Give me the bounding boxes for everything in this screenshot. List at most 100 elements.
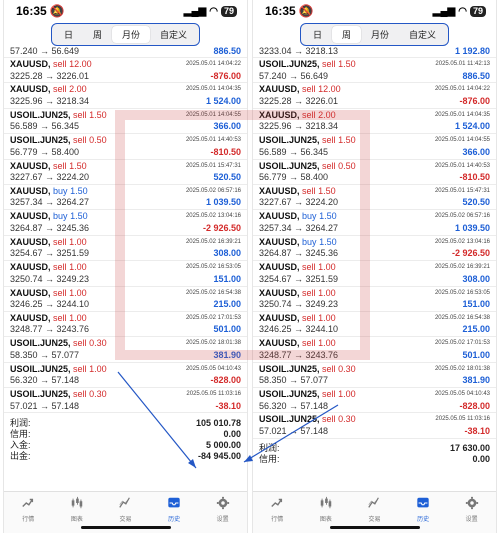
deal-profit: 520.50	[213, 172, 241, 183]
deal-profit: 1 524.00	[205, 95, 241, 106]
deal-date: 2025.05.01 15:47:31	[434, 187, 490, 194]
deal-row-top: USOIL.JUN25, sell 1.50 2025.05.01 14:04:5…	[10, 110, 241, 122]
deal-row[interactable]: XAUUSD, buy 1.50 2025.05.02 06:57:16 3257.…	[4, 185, 247, 211]
deal-row[interactable]: XAUUSD, sell 1.00 2025.05.02 16:53:05 3250…	[253, 287, 496, 312]
deal-symbol: USOIL.JUN25, sell 0.30	[10, 338, 107, 350]
tab-chart-up[interactable]: 行情	[270, 496, 284, 523]
deal-row[interactable]: USOIL.JUN25, sell 0.30 2025.05.02 18:01:3…	[253, 363, 496, 389]
deal-row[interactable]: XAUUSD, sell 1.00 2025.05.02 17:01:53 3248…	[4, 312, 247, 338]
deal-row[interactable]: XAUUSD, sell 2.00 2025.05.01 14:04:35 3225…	[253, 109, 496, 135]
trade-icon	[118, 496, 132, 514]
deal-profit: 366.00	[462, 146, 490, 157]
tab-chart-up[interactable]: 行情	[21, 496, 35, 523]
deal-profit: 501.00	[213, 324, 241, 335]
summary-label: 利润:	[259, 443, 280, 453]
deal-row-bottom: 3225.28 → 3226.01 -876.00	[10, 71, 241, 83]
deal-row-bottom: 57.021 → 57.148 -38.10	[10, 401, 241, 413]
tab-history-inbox[interactable]: 历史	[416, 496, 430, 523]
status-time: 16:35	[265, 4, 296, 18]
deal-row[interactable]: XAUUSD, sell 1.00 2025.05.02 16:54:38 3246…	[253, 312, 496, 338]
tab-candlestick[interactable]: 图表	[319, 496, 333, 523]
deal-row[interactable]: USOIL.JUN25, sell 0.50 2025.05.01 14:40:5…	[4, 134, 247, 160]
deal-symbol: USOIL.JUN25, sell 0.50	[10, 135, 107, 147]
deal-symbol-name: XAUUSD,	[10, 262, 51, 273]
home-indicator	[329, 526, 420, 529]
deal-row[interactable]: XAUUSD, sell 1.50 2025.05.01 15:47:31 3227…	[253, 185, 496, 211]
segment-month[interactable]: 月份	[361, 26, 399, 43]
deal-row-top: XAUUSD, sell 1.00 2025.05.02 16:39:21	[10, 237, 241, 249]
deal-symbol: USOIL.JUN25, sell 1.00	[10, 364, 107, 376]
deal-row[interactable]: XAUUSD, sell 12.00 2025.05.01 14:04:22 322…	[4, 58, 247, 84]
deal-list: XAUUSD, sell 12.00 2025.05.01 14:04:22 322…	[4, 58, 247, 414]
deal-row-bottom: 3250.74 → 3249.23 151.00	[259, 299, 490, 311]
deal-row[interactable]: XAUUSD, sell 1.00 2025.05.02 16:54:38 3246…	[4, 287, 247, 312]
deal-row[interactable]: USOIL.JUN25, sell 1.50 2025.05.01 14:04:5…	[253, 134, 496, 160]
deal-row[interactable]: USOIL.JUN25, sell 0.30 2025.05.05 11:03:1…	[253, 413, 496, 439]
deal-row-top: XAUUSD, sell 2.00 2025.05.01 14:04:35	[259, 110, 490, 122]
home-indicator	[80, 526, 171, 529]
deal-profit: 151.00	[462, 299, 490, 310]
deal-symbol-name: XAUUSD,	[259, 312, 300, 323]
tab-trade[interactable]: 交易	[367, 496, 381, 523]
deal-row[interactable]: USOIL.JUN25, sell 1.00 2025.05.05 04:10:4…	[4, 363, 247, 389]
screenshot-composite: 16:35 🔕 ▂▄▆ ◠ 79 日 周 月份 自定义 57.240 → 56.649…	[0, 0, 500, 533]
segment-day[interactable]: 日	[303, 26, 332, 43]
deal-row[interactable]: XAUUSD, sell 2.00 2025.05.01 14:04:35 3225…	[4, 83, 247, 109]
segment-week[interactable]: 周	[331, 25, 361, 43]
deal-row[interactable]: XAUUSD, sell 1.00 2025.05.02 16:53:05 3250…	[4, 261, 247, 287]
segment-day[interactable]: 日	[54, 26, 83, 43]
deal-row[interactable]: XAUUSD, buy 1.50 2025.05.02 06:57:16 3257.…	[253, 210, 496, 236]
deal-row-bottom: 3257.34 → 3264.27 1 039.50	[259, 223, 490, 235]
deal-row-top: XAUUSD, sell 1.00 2025.05.02 16:39:21	[259, 262, 490, 274]
tab-label: 交易	[119, 517, 132, 523]
deal-row[interactable]: XAUUSD, sell 1.50 2025.05.01 15:47:31 3227…	[4, 160, 247, 185]
deal-row-top: XAUUSD, buy 1.50 2025.05.02 06:57:16	[10, 186, 241, 198]
tab-gear[interactable]: 设置	[216, 496, 230, 523]
segment-month[interactable]: 月份	[112, 25, 151, 43]
deal-side: buy	[302, 236, 317, 247]
deal-lots: 1.50	[318, 185, 336, 196]
deal-row[interactable]: XAUUSD, sell 1.00 2025.05.02 16:39:21 3254…	[4, 236, 247, 262]
deal-symbol: USOIL.JUN25, sell 0.30	[259, 414, 356, 426]
deal-lots: 0.50	[338, 160, 356, 171]
deal-symbol-name: XAUUSD,	[10, 59, 51, 69]
deal-row-top: USOIL.JUN25, sell 0.30 2025.05.05 11:03:1…	[10, 389, 241, 401]
row-profit: 886.50	[213, 46, 241, 56]
signal-icon: ▂▄▆	[432, 5, 456, 17]
deal-row[interactable]: USOIL.JUN25, sell 1.50 2025.05.01 11:42:1…	[253, 58, 496, 84]
deal-lots: 1.50	[319, 236, 337, 247]
tab-gear[interactable]: 设置	[465, 496, 479, 523]
deal-row[interactable]: USOIL.JUN25, sell 0.30 2025.05.05 11:03:1…	[4, 388, 247, 414]
tab-history-inbox[interactable]: 历史	[167, 496, 181, 523]
tab-candlestick[interactable]: 图表	[70, 496, 84, 523]
segment-custom[interactable]: 自定义	[150, 26, 197, 43]
deal-symbol: USOIL.JUN25, sell 0.30	[10, 389, 107, 401]
summary-value: -84 945.00	[197, 451, 241, 461]
deal-profit: -876.00	[210, 70, 241, 81]
deal-prices: 3257.34 → 3264.27	[259, 222, 339, 233]
deal-row[interactable]: USOIL.JUN25, sell 0.30 2025.05.02 18:01:3…	[4, 337, 247, 363]
deal-row-bottom: 3225.96 → 3218.34 1 524.00	[10, 96, 241, 108]
wifi-icon: ◠	[209, 5, 218, 17]
tab-trade[interactable]: 交易	[118, 496, 132, 523]
deal-prices: 58.350 → 57.077	[10, 349, 80, 360]
segment-week[interactable]: 周	[83, 26, 112, 43]
deal-row[interactable]: XAUUSD, sell 12.00 2025.05.01 14:04:22 322…	[253, 83, 496, 109]
deal-row[interactable]: USOIL.JUN25, sell 0.50 2025.05.01 14:40:5…	[253, 160, 496, 185]
summary-value: 5 000.00	[205, 440, 241, 450]
deal-row-bottom: 57.021 → 57.148 -38.10	[259, 426, 490, 438]
deal-lots: 1.00	[69, 287, 87, 298]
deal-row[interactable]: XAUUSD, sell 1.00 2025.05.02 16:39:21 3254…	[253, 261, 496, 287]
deal-symbol: XAUUSD, sell 12.00	[10, 59, 92, 71]
deal-row[interactable]: USOIL.JUN25, sell 1.00 2025.05.05 04:10:4…	[253, 388, 496, 414]
deal-lots: 1.50	[338, 59, 356, 69]
deal-side: buy	[302, 211, 317, 222]
deal-row[interactable]: XAUUSD, sell 1.00 2025.05.02 17:01:53 3248…	[253, 337, 496, 363]
deal-prices: 3250.74 → 3249.23	[10, 273, 90, 284]
segment-custom[interactable]: 自定义	[399, 26, 446, 43]
deal-date: 2025.05.02 06:57:16	[434, 213, 490, 220]
deal-row[interactable]: XAUUSD, buy 1.50 2025.05.02 13:04:16 3264.…	[4, 210, 247, 236]
deal-row[interactable]: XAUUSD, buy 1.50 2025.05.02 13:04:16 3264.…	[253, 236, 496, 262]
deal-symbol: XAUUSD, sell 1.00	[10, 313, 87, 325]
deal-row[interactable]: USOIL.JUN25, sell 1.50 2025.05.01 14:04:5…	[4, 109, 247, 135]
